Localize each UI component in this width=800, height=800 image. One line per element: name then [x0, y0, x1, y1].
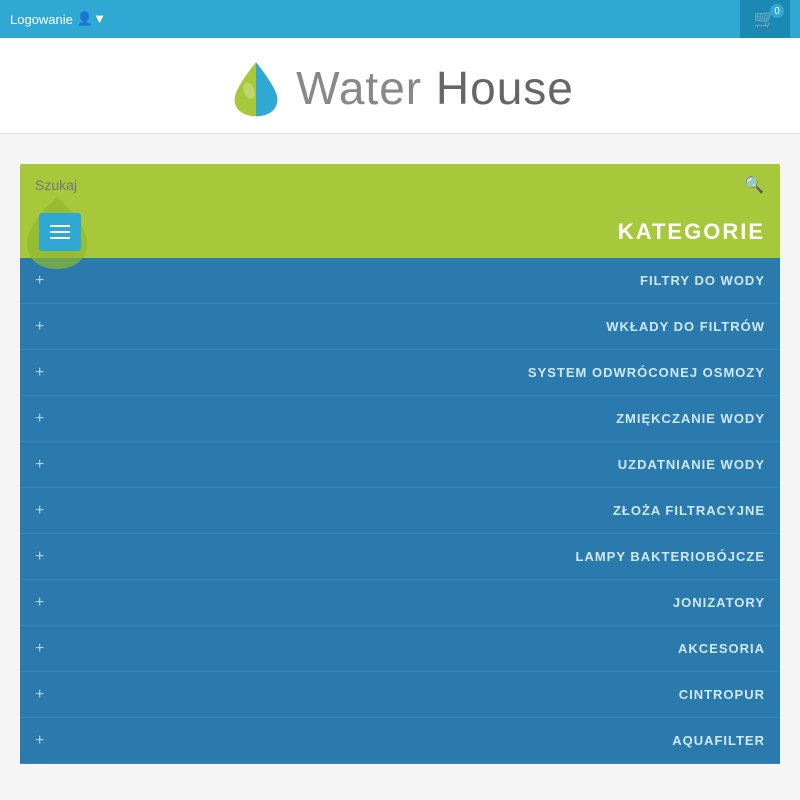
category-item[interactable]: AQUAFILTER +: [20, 718, 780, 764]
category-item[interactable]: CINTROPUR +: [20, 672, 780, 718]
cart-count-badge: 0: [770, 4, 784, 18]
category-item[interactable]: AKCESORIA +: [20, 626, 780, 672]
category-item[interactable]: ZŁOŻA FILTRACYJNE +: [20, 488, 780, 534]
category-item[interactable]: SYSTEM ODWRÓCONEJ OSMOZY +: [20, 350, 780, 396]
category-item-label: LAMPY BAKTERIOBÓJCZE: [576, 549, 766, 564]
person-icon: 👤▼: [77, 11, 106, 27]
category-item-label: UZDATNIANIE WODY: [618, 457, 765, 472]
search-icon: 🔍: [744, 177, 764, 194]
main-content: 🔍 KATEGORIE FILTRY DO WODY + WKŁAD: [20, 164, 780, 764]
category-item[interactable]: FILTRY DO WODY +: [20, 258, 780, 304]
header: Water House: [0, 38, 800, 134]
category-item-label: ZŁOŻA FILTRACYJNE: [613, 503, 765, 518]
hamburger-icon: [50, 225, 70, 239]
category-expand-icon: +: [35, 456, 44, 474]
site-name: Water House: [296, 61, 574, 115]
category-item[interactable]: WKŁADY DO FILTRÓW +: [20, 304, 780, 350]
search-bar: 🔍: [20, 164, 780, 206]
category-item-label: ZMIĘKCZANIE WODY: [616, 411, 765, 426]
logo-icon: [226, 58, 286, 118]
category-expand-icon: +: [35, 364, 44, 382]
category-list: FILTRY DO WODY + WKŁADY DO FILTRÓW + SYS…: [20, 258, 780, 764]
category-expand-icon: +: [35, 272, 44, 290]
category-item[interactable]: LAMPY BAKTERIOBÓJCZE +: [20, 534, 780, 580]
category-expand-icon: +: [35, 502, 44, 520]
logo[interactable]: Water House: [226, 58, 574, 118]
categories-title: KATEGORIE: [618, 219, 765, 245]
search-input[interactable]: [30, 172, 738, 198]
category-expand-icon: +: [35, 686, 44, 704]
category-item-label: WKŁADY DO FILTRÓW: [606, 319, 765, 334]
category-expand-icon: +: [35, 548, 44, 566]
category-item-label: AKCESORIA: [678, 641, 765, 656]
category-item[interactable]: UZDATNIANIE WODY +: [20, 442, 780, 488]
category-item-label: AQUAFILTER: [672, 733, 765, 748]
category-item-label: JONIZATORY: [673, 595, 765, 610]
category-item-label: CINTROPUR: [679, 687, 765, 702]
hamburger-button[interactable]: [39, 213, 81, 251]
category-expand-icon: +: [35, 410, 44, 428]
category-expand-icon: +: [35, 640, 44, 658]
category-expand-icon: +: [35, 594, 44, 612]
categories-header: KATEGORIE: [20, 206, 780, 258]
login-button[interactable]: Logowanie 👤▼: [10, 11, 106, 27]
category-item-label: FILTRY DO WODY: [640, 273, 765, 288]
top-bar: Logowanie 👤▼ 0 🛒: [0, 0, 800, 38]
category-item-label: SYSTEM ODWRÓCONEJ OSMOZY: [528, 365, 765, 380]
category-expand-icon: +: [35, 318, 44, 336]
category-item[interactable]: ZMIĘKCZANIE WODY +: [20, 396, 780, 442]
category-expand-icon: +: [35, 732, 44, 750]
category-item[interactable]: JONIZATORY +: [20, 580, 780, 626]
cart-button[interactable]: 0 🛒: [740, 0, 790, 38]
search-button[interactable]: 🔍: [738, 171, 770, 199]
login-label: Logowanie: [10, 12, 73, 27]
